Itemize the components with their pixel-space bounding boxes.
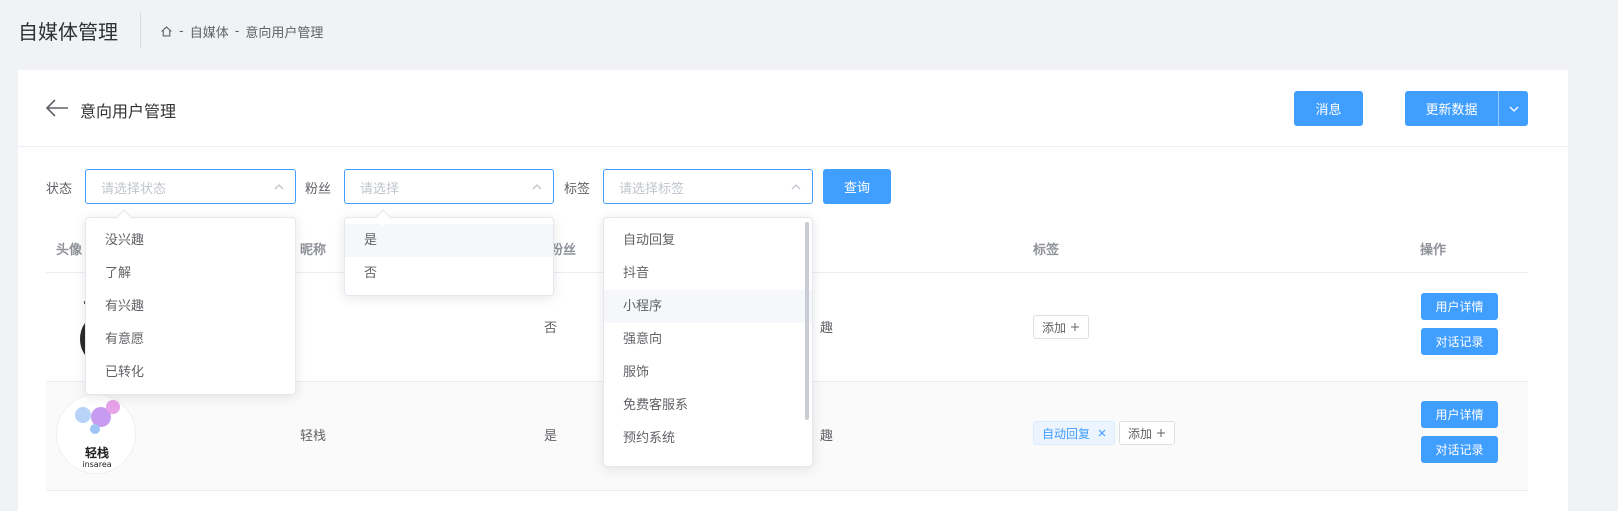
tag-option[interactable]: 强意向 <box>604 323 812 356</box>
page-title: 意向用户管理 <box>80 102 177 121</box>
logo-graphic <box>75 400 120 434</box>
fans-option[interactable]: 是 <box>345 224 553 257</box>
fans-cell: 是 <box>544 429 558 444</box>
plus-icon <box>1071 323 1080 331</box>
status-cell: 趣 <box>820 321 834 336</box>
status-option[interactable]: 已转化 <box>86 356 295 389</box>
logo-text-en: insarea <box>82 460 112 469</box>
title-divider <box>140 12 141 48</box>
add-tag-label: 添加 <box>1128 426 1153 441</box>
status-cell: 趣 <box>820 429 834 444</box>
fans-select[interactable]: 请选择 <box>344 169 554 204</box>
chevron-down-icon <box>1509 106 1518 112</box>
tag-dropdown: 自动回复 抖音 小程序 强意向 服饰 免费客服系 预约系统 <box>603 217 813 467</box>
column-header-avatar: 头像 <box>56 243 83 258</box>
status-select-placeholder: 请选择状态 <box>101 182 167 197</box>
breadcrumb: - 自媒体 - 意向用户管理 <box>160 22 323 41</box>
breadcrumb-separator: - <box>234 24 240 39</box>
logo-text-cn: 轻栈 <box>84 446 109 460</box>
tag-select-placeholder: 请选择标签 <box>619 182 685 197</box>
home-icon[interactable] <box>160 25 173 38</box>
chevron-up-icon <box>274 184 284 190</box>
update-data-button[interactable]: 更新数据 <box>1405 91 1499 126</box>
tag-option[interactable]: 服饰 <box>604 356 812 389</box>
add-tag-button[interactable]: 添加 <box>1033 315 1090 339</box>
chat-history-button[interactable]: 对话记录 <box>1421 328 1498 355</box>
breadcrumb-separator: - <box>179 24 184 39</box>
tag-select[interactable]: 请选择标签 <box>603 169 813 204</box>
dropdown-scrollbar[interactable] <box>805 222 809 420</box>
fans-filter-label: 粉丝 <box>305 182 332 197</box>
card-header: 意向用户管理 消息 更新数据 <box>18 70 1568 147</box>
fans-select-placeholder: 请选择 <box>360 182 400 197</box>
chevron-up-icon <box>791 184 801 190</box>
fans-cell: 否 <box>544 321 558 336</box>
tag-option[interactable]: 小程序 <box>604 290 812 323</box>
column-header-nickname: 昵称 <box>300 243 327 258</box>
fans-dropdown: 是 否 <box>344 209 554 296</box>
status-option[interactable]: 有意愿 <box>86 323 295 356</box>
tag-option[interactable]: 预约系统 <box>604 422 812 455</box>
chat-history-button[interactable]: 对话记录 <box>1421 436 1498 463</box>
avatar: 轻栈 insarea <box>56 394 136 474</box>
tag-option[interactable]: 免费客服系 <box>604 389 812 422</box>
user-detail-button[interactable]: 用户详情 <box>1421 293 1498 320</box>
tag-chip: 自动回复 <box>1033 421 1116 445</box>
status-filter-label: 状态 <box>46 182 73 197</box>
top-bar: 自媒体管理 - 自媒体 - 意向用户管理 <box>0 0 1618 70</box>
query-button[interactable]: 查询 <box>823 169 891 204</box>
update-data-dropdown[interactable] <box>1499 91 1528 126</box>
add-tag-button[interactable]: 添加 <box>1119 421 1176 445</box>
status-option[interactable]: 没兴趣 <box>86 224 295 257</box>
status-option[interactable]: 有兴趣 <box>86 290 295 323</box>
back-arrow-icon[interactable] <box>45 98 69 118</box>
message-button[interactable]: 消息 <box>1294 91 1363 126</box>
status-option[interactable]: 了解 <box>86 257 295 290</box>
app-title: 自媒体管理 <box>18 20 118 44</box>
status-dropdown: 没兴趣 了解 有兴趣 有意愿 已转化 <box>85 209 296 395</box>
tag-option[interactable]: 抖音 <box>604 257 812 290</box>
close-icon[interactable] <box>1098 429 1106 437</box>
breadcrumb-item-current: 意向用户管理 <box>245 26 324 41</box>
main-card: 意向用户管理 消息 更新数据 状态 请选择状态 粉丝 请选择 标签 请选择标签 … <box>18 70 1568 511</box>
status-select[interactable]: 请选择状态 <box>85 169 296 204</box>
add-tag-label: 添加 <box>1042 320 1067 335</box>
update-data-split-button: 更新数据 <box>1405 91 1528 126</box>
tag-filter-label: 标签 <box>564 182 591 197</box>
fans-option[interactable]: 否 <box>345 257 553 290</box>
nickname-cell: 轻栈 <box>300 429 327 444</box>
chevron-up-icon <box>532 184 542 190</box>
tag-chip-label: 自动回复 <box>1042 426 1091 441</box>
column-header-tags: 标签 <box>1033 243 1060 258</box>
column-header-actions: 操作 <box>1420 243 1447 258</box>
tag-option[interactable]: 自动回复 <box>604 224 812 257</box>
plus-icon <box>1157 429 1166 437</box>
user-detail-button[interactable]: 用户详情 <box>1421 401 1498 428</box>
breadcrumb-item-media[interactable]: 自媒体 <box>190 22 229 41</box>
